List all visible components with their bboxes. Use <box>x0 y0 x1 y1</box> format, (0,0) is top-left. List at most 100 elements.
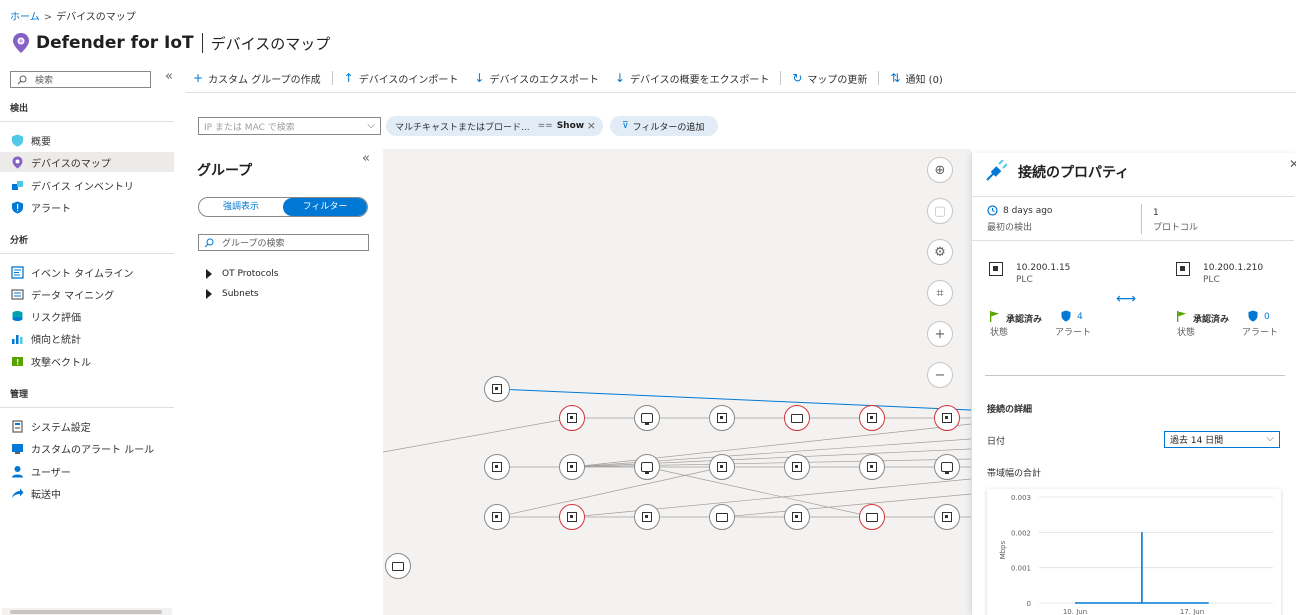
device-map-canvas[interactable]: ⊕ ▢ ⚙ ⌗ + − <box>383 149 971 615</box>
nav-item-label: 概要 <box>31 136 51 148</box>
nav-item-label: 傾向と統計 <box>31 334 81 346</box>
filter-option[interactable]: フィルター <box>283 198 367 216</box>
ip-mac-search-input[interactable]: IP または MAC で検索 ⌵ <box>198 117 381 135</box>
tree-item-label: OT Protocols <box>222 269 279 279</box>
workstation-icon <box>941 462 953 474</box>
recenter-button[interactable]: ⊕ <box>927 157 953 183</box>
plc-icon <box>567 512 577 522</box>
device-node-alert[interactable] <box>934 405 960 431</box>
device-node-alert[interactable] <box>859 504 885 530</box>
export-device-summary-button[interactable]: ↓ デバイスの概要をエクスポート <box>612 71 772 86</box>
close-icon[interactable]: ✕ <box>1289 157 1296 171</box>
nav-scrollbar-thumb[interactable] <box>10 610 162 614</box>
select-area-button[interactable]: ▢ <box>927 198 953 224</box>
device-node-alert[interactable] <box>559 405 585 431</box>
shield-alert-icon <box>1248 310 1258 322</box>
tree-item-subnets[interactable]: Subnets <box>206 289 259 299</box>
properties-divider <box>972 240 1294 241</box>
shield-alert-icon <box>1061 310 1071 322</box>
fit-screen-icon: ⌗ <box>936 285 944 301</box>
device-node[interactable] <box>634 454 660 480</box>
chart-xtick-label: 10. Jun <box>1063 608 1087 615</box>
nav-scrollbar[interactable] <box>2 608 172 615</box>
nav-collapse-button[interactable]: « <box>165 69 173 84</box>
device-node[interactable] <box>634 405 660 431</box>
device-node[interactable] <box>385 553 411 579</box>
import-devices-button[interactable]: ↑ デバイスのインポート <box>341 71 462 86</box>
expand-caret-icon[interactable] <box>206 289 212 299</box>
nav-item-risk-assessment[interactable]: リスク評価 <box>0 306 174 326</box>
map-pin-icon <box>12 156 23 168</box>
nav-item-label: システム設定 <box>31 422 91 434</box>
nav-item-attack-vectors[interactable]: 攻撃ベクトル <box>0 351 174 371</box>
nav-item-device-map[interactable]: デバイスのマップ <box>0 152 174 172</box>
plus-icon: + <box>193 71 204 85</box>
breadcrumb-home-link[interactable]: ホーム <box>10 12 40 23</box>
notifications-icon: ⇅ <box>890 71 901 85</box>
attack-vector-icon <box>12 356 23 366</box>
device-node[interactable] <box>559 454 585 480</box>
nav-item-alerts[interactable]: アラート <box>0 197 174 217</box>
device-node[interactable] <box>934 504 960 530</box>
search-icon <box>17 75 27 84</box>
device-node-alert[interactable] <box>784 405 810 431</box>
nav-search-input[interactable]: 検索 <box>10 71 151 88</box>
remove-filter-icon[interactable]: × <box>587 119 596 132</box>
zoom-out-button[interactable]: − <box>927 362 953 388</box>
plc-icon <box>867 413 877 423</box>
nav-item-forwarding[interactable]: 転送中 <box>0 483 174 503</box>
plc-icon <box>867 462 877 472</box>
nav-divider <box>0 253 174 254</box>
device-node-alert[interactable] <box>559 504 585 530</box>
chart-ylabel: Mbps <box>999 540 1007 559</box>
hmi-icon <box>791 413 803 423</box>
expand-caret-icon[interactable] <box>206 269 212 279</box>
nav-item-overview[interactable]: 概要 <box>0 130 174 150</box>
breadcrumb: ホーム > デバイスのマップ <box>10 8 136 23</box>
device-node[interactable] <box>859 454 885 480</box>
nav-item-data-mining[interactable]: データ マイニング <box>0 284 174 304</box>
command-label: マップの更新 <box>807 74 868 86</box>
tree-item-ot-protocols[interactable]: OT Protocols <box>206 269 278 279</box>
device-node[interactable] <box>934 454 960 480</box>
nav-item-users[interactable]: ユーザー <box>0 461 174 481</box>
device-node-alert[interactable] <box>859 405 885 431</box>
dest-ip[interactable]: 10.200.1.210 <box>1203 263 1263 273</box>
breadcrumb-current: デバイスのマップ <box>56 12 136 23</box>
export-devices-button[interactable]: ↓ デバイスのエクスポート <box>471 71 601 86</box>
date-range-dropdown[interactable]: 過去 14 日間 ⌵ <box>1164 431 1280 448</box>
plc-icon <box>942 413 952 423</box>
device-node[interactable] <box>784 504 810 530</box>
device-node[interactable] <box>484 504 510 530</box>
device-node[interactable] <box>709 504 735 530</box>
command-bar: + カスタム グループの作成 ↑ デバイスのインポート ↓ デバイスのエクスポート ↓… <box>190 69 946 87</box>
dest-alert-count[interactable]: 0 <box>1264 312 1270 322</box>
settings-icon: ⚙ <box>934 244 946 260</box>
nav-item-device-inventory[interactable]: デバイス インベントリ <box>0 175 174 195</box>
device-node[interactable] <box>484 454 510 480</box>
device-node[interactable] <box>634 504 660 530</box>
map-settings-button[interactable]: ⚙ <box>927 239 953 265</box>
device-node[interactable] <box>484 376 510 402</box>
create-custom-group-button[interactable]: + カスタム グループの作成 <box>190 71 324 86</box>
add-filter-button[interactable]: ⊽ フィルターの追加 <box>610 116 718 136</box>
device-node[interactable] <box>784 454 810 480</box>
device-node[interactable] <box>709 454 735 480</box>
highlight-option[interactable]: 強調表示 <box>199 198 283 216</box>
multicast-filter-pill[interactable]: マルチキャストまたはブロード... == Show × <box>386 116 603 136</box>
nav-item-system-settings[interactable]: システム設定 <box>0 416 174 436</box>
device-node[interactable] <box>709 405 735 431</box>
group-search-input[interactable]: グループの検索 <box>198 234 369 251</box>
source-alert-count[interactable]: 4 <box>1077 312 1083 322</box>
filter-icon: ⊽ <box>622 121 629 131</box>
notifications-button[interactable]: ⇅ 通知 (0) <box>887 71 945 86</box>
fit-screen-button[interactable]: ⌗ <box>927 280 953 306</box>
groups-collapse-button[interactable]: « <box>362 151 370 166</box>
nav-item-event-timeline[interactable]: イベント タイムライン <box>0 262 174 282</box>
nav-item-custom-alert-rules[interactable]: カスタムのアラート ルール <box>0 438 174 458</box>
dest-status-label: 状態 <box>1177 328 1196 338</box>
zoom-in-button[interactable]: + <box>927 321 953 347</box>
refresh-map-button[interactable]: ↻ マップの更新 <box>789 71 870 86</box>
source-ip[interactable]: 10.200.1.15 <box>1016 263 1070 273</box>
nav-item-trends-statistics[interactable]: 傾向と統計 <box>0 328 174 348</box>
